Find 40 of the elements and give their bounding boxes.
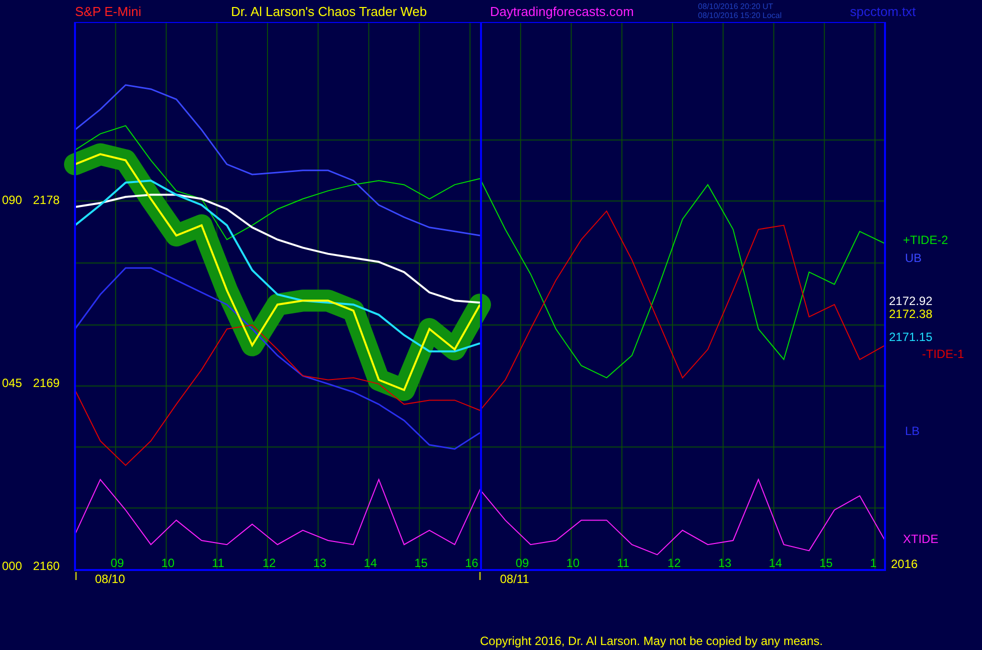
series-label: 2171.15: [889, 330, 932, 344]
hour-label: 10: [566, 556, 580, 570]
year-label: 2016: [891, 557, 918, 571]
hour-label: 10: [161, 556, 175, 570]
series-label: LB: [905, 424, 920, 438]
timestamp: 08/10/2016 20:20 UT: [698, 2, 774, 11]
series-label: UB: [905, 251, 922, 265]
website-link[interactable]: Daytradingforecasts.com: [490, 4, 698, 18]
series-label: 2172.92: [889, 294, 932, 308]
y-axis-label: 2169: [33, 376, 60, 390]
hour-label: 11: [212, 556, 224, 570]
hour-label: 14: [768, 556, 782, 570]
hour-label: 16: [465, 556, 478, 570]
hour-label: 11: [616, 556, 630, 570]
date-label: 08/10: [95, 572, 126, 586]
series-label: +TIDE-2: [903, 233, 948, 247]
hour-label: 09: [516, 556, 529, 570]
hour-label: 13: [718, 556, 732, 570]
angle-label: 090: [2, 192, 22, 207]
hour-label: 12: [262, 556, 276, 570]
angle-label: 000: [2, 558, 22, 573]
series-label: 2172.38: [889, 307, 932, 321]
angle-label: 045: [2, 376, 22, 390]
hour-label: 13: [313, 556, 326, 570]
copyright-notice: Copyright 2016, Dr. Al Larson. May not be copied by any means.: [480, 634, 823, 648]
series-label: -TIDE-1: [922, 347, 964, 361]
y-axis-label: 2160: [33, 558, 60, 573]
timestamp: 08/10/2016 15:20 Local: [698, 11, 783, 20]
series-label: XTIDE: [903, 532, 938, 546]
date-label: 08/11: [500, 572, 530, 586]
hour-label: 15: [414, 556, 428, 570]
hour-label: 1: [870, 556, 877, 570]
file-name: spcctom.txt: [850, 4, 917, 18]
y-axis-label: 2178: [33, 192, 60, 207]
instrument-name: S&P E-Mini: [75, 4, 142, 18]
hour-label: 15: [819, 556, 833, 570]
hour-label: 12: [668, 556, 681, 570]
hour-label: 09: [110, 556, 124, 570]
hour-label: 14: [364, 556, 378, 570]
site-title: Dr. Al Larson's Chaos Trader Web: [231, 4, 428, 18]
